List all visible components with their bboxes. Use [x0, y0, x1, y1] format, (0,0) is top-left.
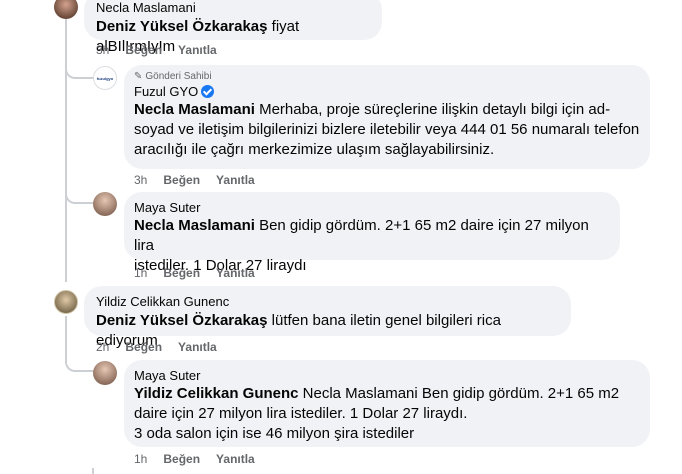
comment-bubble: ✎ Gönderi Sahibi Fuzul GYO Necla Maslama…: [124, 65, 650, 169]
like-button[interactable]: Beğen: [163, 266, 200, 280]
comment-text-line: Necla Maslamani Ben gidip gördüm. 2+1 65…: [298, 385, 620, 402]
comment-text-line: aracılığı ile çağrı merkezimize ulaşım s…: [134, 141, 495, 158]
comment-time[interactable]: 3h: [134, 173, 147, 187]
pencil-icon: ✎: [134, 71, 143, 82]
comment-actions: 1h Beğen Yanıtla: [134, 266, 255, 280]
avatar[interactable]: [93, 192, 117, 216]
comment-text-line: soyad ve iletişim bilgilerinizi bizlere …: [134, 121, 640, 138]
comment-bubble: Maya Suter Yildiz Celikkan Gunenc Necla …: [124, 360, 650, 447]
thread-line-main: [65, 0, 67, 282]
comment-time[interactable]: 1h: [134, 452, 147, 466]
mention-link[interactable]: Deniz Yüksel Özkarakaş: [96, 18, 268, 35]
like-button[interactable]: Beğen: [163, 452, 200, 466]
comment-text-line: 3 oda salon için ise 46 milyon şira iste…: [134, 425, 415, 442]
comment-author[interactable]: Maya Suter: [134, 200, 610, 215]
comment-actions: 3h Beğen Yanıtla: [96, 43, 217, 57]
like-button[interactable]: Beğen: [125, 340, 162, 354]
thread-elbow-3: [65, 350, 95, 372]
avatar[interactable]: [93, 361, 117, 385]
comment-text-line: Merhaba, proje süreçlerine ilişkin detay…: [254, 101, 611, 118]
reply-button[interactable]: Yanıtla: [216, 266, 255, 280]
comment-author[interactable]: Necla Maslamani: [96, 0, 370, 15]
reply-button[interactable]: Yanıtla: [178, 340, 217, 354]
comment-author[interactable]: Maya Suter: [134, 368, 640, 383]
comment-author[interactable]: Yildiz Celikkan Gunenc: [96, 294, 559, 309]
reply-button[interactable]: Yanıtla: [178, 43, 217, 57]
comment-actions: 2h Beğen Yanıtla: [96, 340, 217, 354]
comment-actions: 1h Beğen Yanıtla: [134, 452, 255, 466]
thread-line-3: [92, 468, 94, 474]
avatar[interactable]: [54, 0, 78, 19]
mention-link[interactable]: Necla Maslamani: [134, 217, 255, 234]
avatar[interactable]: fuzulgyo: [93, 66, 117, 90]
thread-elbow-2: [65, 180, 95, 204]
like-button[interactable]: Beğen: [163, 173, 200, 187]
comment-bubble: Yildiz Celikkan Gunenc Deniz Yüksel Özka…: [84, 286, 571, 349]
mention-link[interactable]: Necla Maslamani: [134, 101, 255, 118]
mention-link[interactable]: Yildiz Celikkan Gunenc: [134, 385, 299, 402]
reply-button[interactable]: Yanıtla: [216, 173, 255, 187]
comment-time[interactable]: 2h: [96, 340, 109, 354]
thread-elbow-1: [65, 60, 95, 79]
comment-time[interactable]: 1h: [134, 266, 147, 280]
comment-author[interactable]: Fuzul GYO: [134, 84, 198, 99]
logo-text: fuzulgyo: [96, 75, 114, 81]
comment-bubble: Necla Maslamani Deniz Yüksel Özkarakaş f…: [84, 0, 382, 55]
comment-bubble: Maya Suter Necla Maslamani Ben gidip gör…: [124, 192, 620, 274]
reply-button[interactable]: Yanıtla: [216, 452, 255, 466]
verified-badge-icon: [201, 85, 215, 98]
like-button[interactable]: Beğen: [125, 43, 162, 57]
mention-link[interactable]: Deniz Yüksel Özkarakaş: [96, 312, 268, 329]
comment-actions: 3h Beğen Yanıtla: [134, 173, 255, 187]
comment-time[interactable]: 3h: [96, 43, 109, 57]
comment-text-line: daire için 27 milyon lira istediler. 1 D…: [134, 405, 468, 422]
owner-label: Gönderi Sahibi: [145, 71, 212, 82]
avatar[interactable]: [54, 290, 78, 314]
